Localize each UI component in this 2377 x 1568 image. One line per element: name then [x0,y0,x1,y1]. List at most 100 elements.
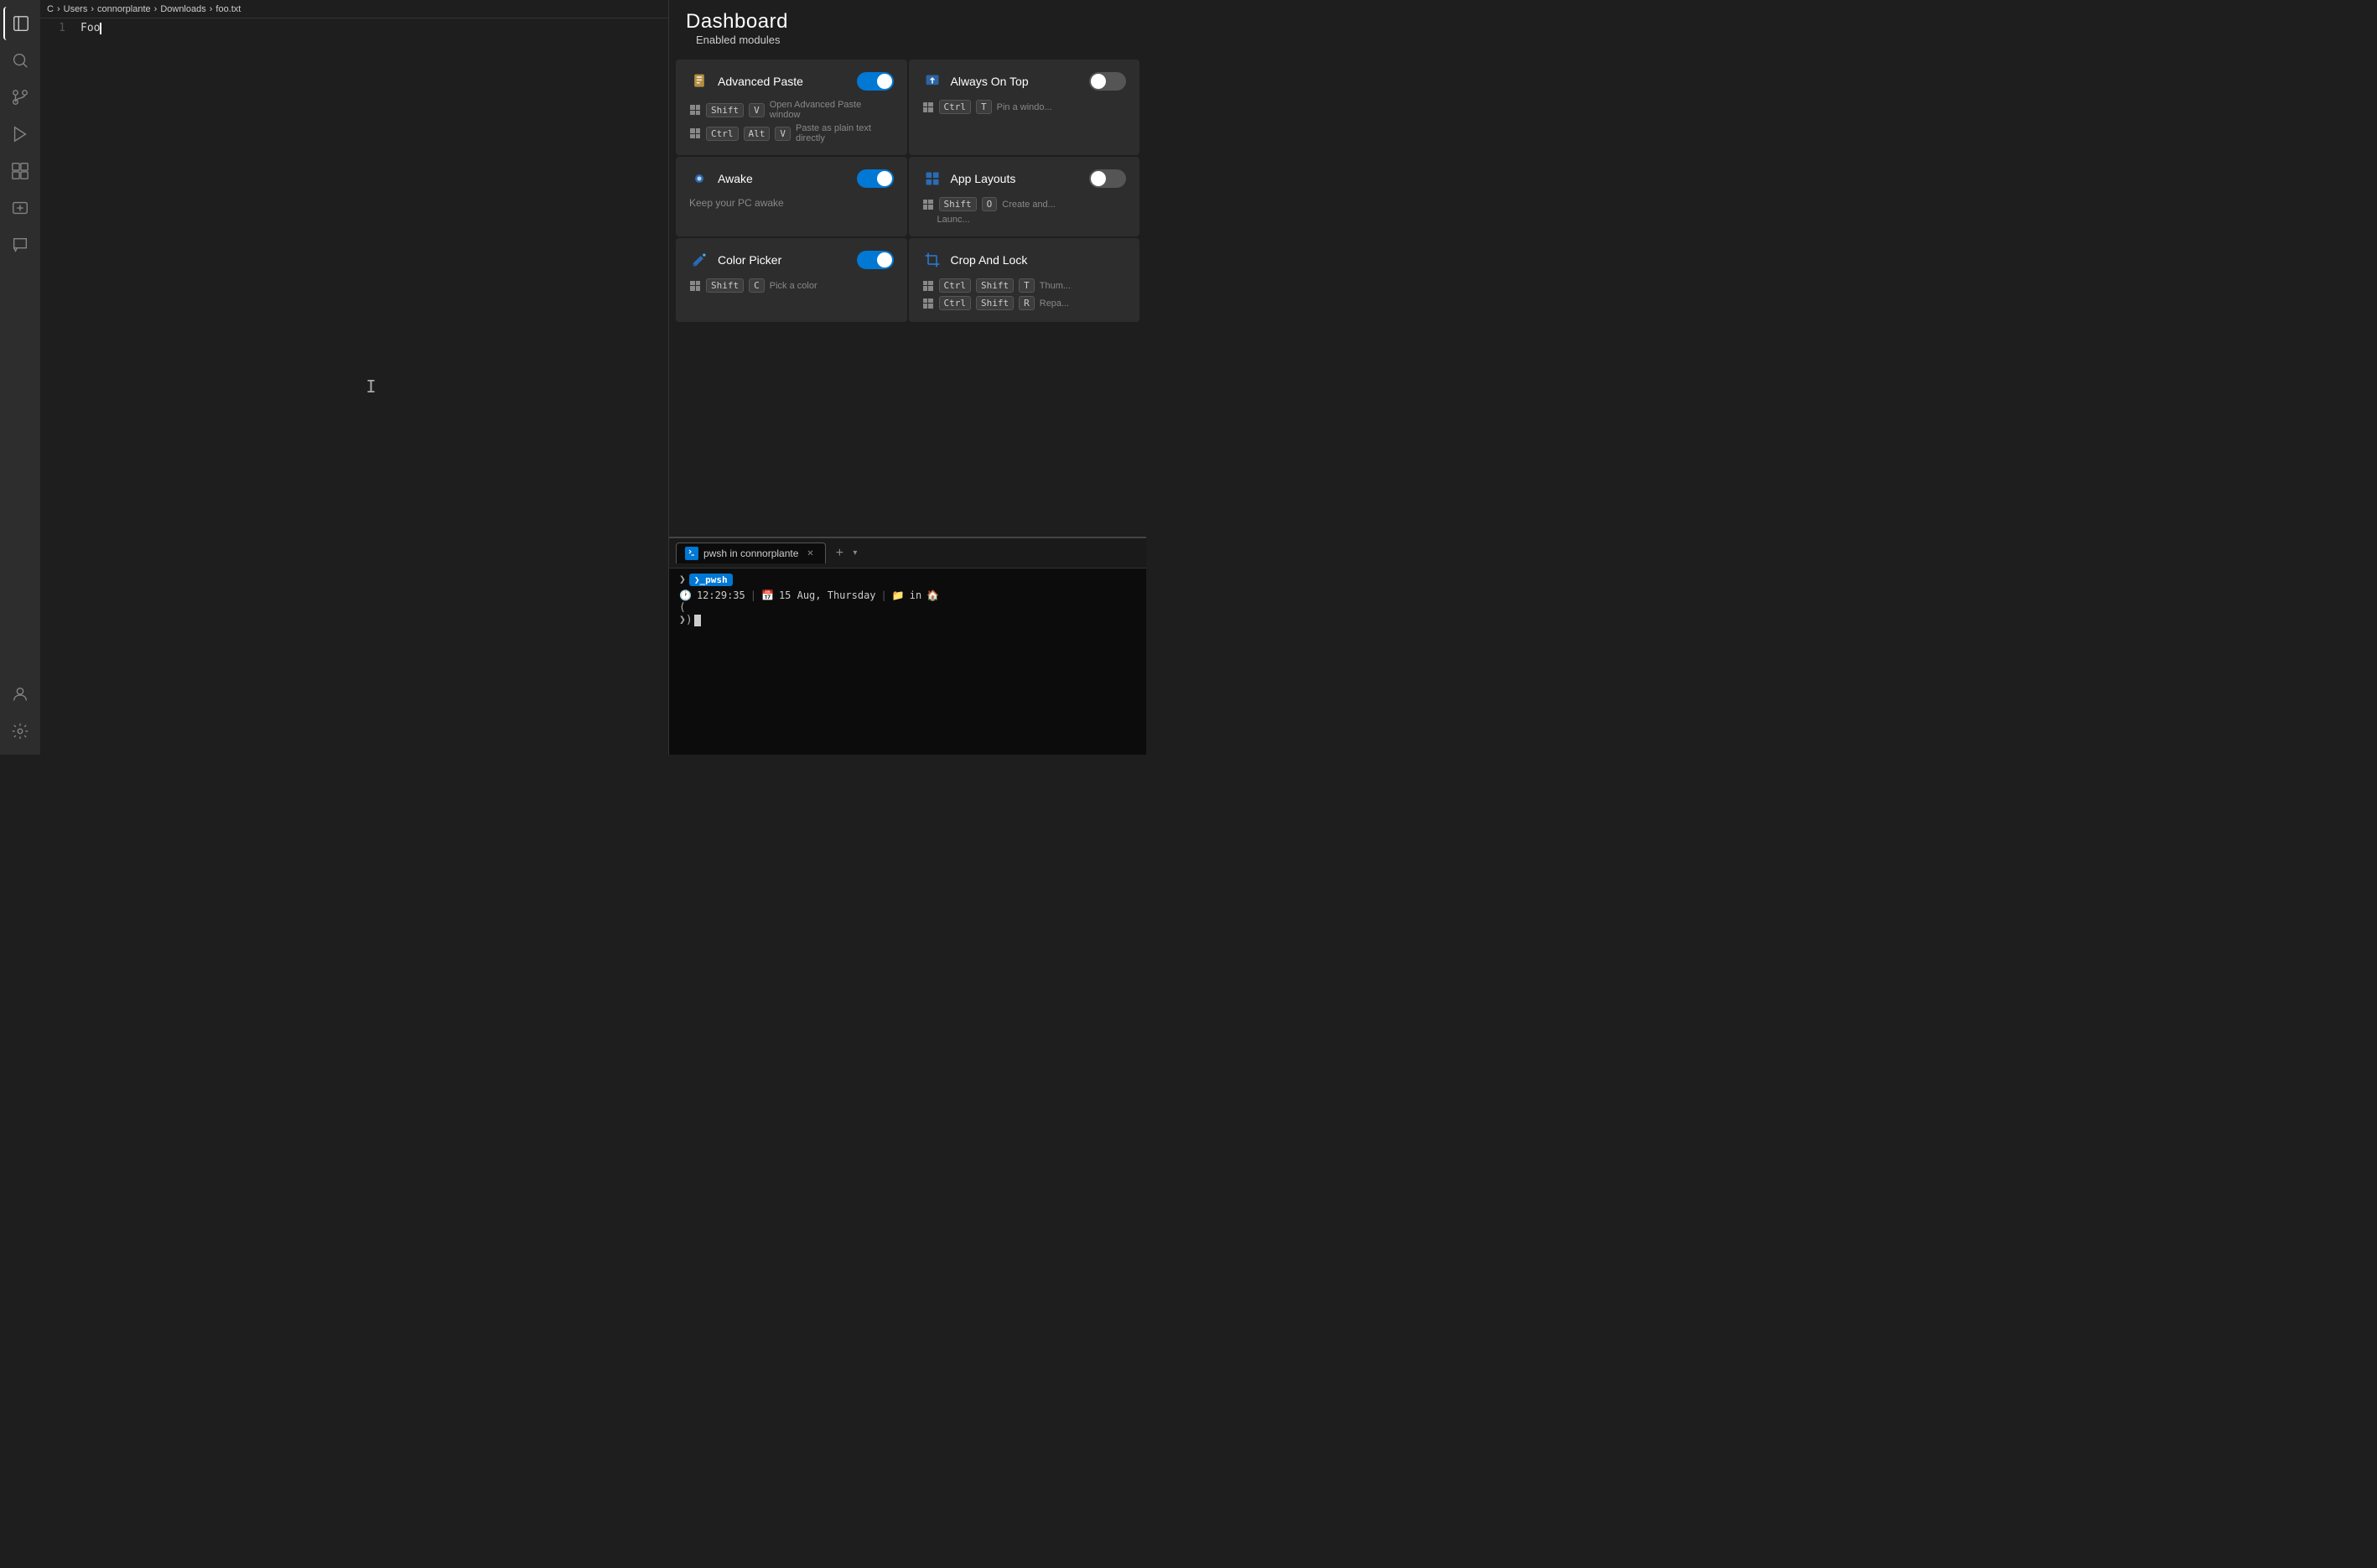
app-layouts-icon [922,169,942,189]
module-title-row-cp: Color Picker [689,250,781,270]
key-c-cp: C [749,278,765,293]
shortcut-desc-1: Open Advanced Paste window [770,100,894,120]
terminal-folder-icon: 📁 [892,589,905,601]
key-r-cal: R [1019,296,1035,310]
key-t-aot: T [976,100,992,114]
line-number-1: 1 [40,22,65,34]
code-line-1: Foo [80,22,101,34]
terminal-prompt-line: ❯ ❯_pwsh [679,574,1136,586]
shortcut-row-cp-1: Shift C Pick a color [689,278,894,293]
module-card-always-on-top: Always On Top Ctrl T Pin a windo... [909,60,1140,155]
always-on-top-icon [922,71,942,91]
awake-name: Awake [718,172,753,185]
breadcrumb-file: foo.txt [215,4,241,14]
terminal-time: 12:29:35 [697,589,745,601]
dashboard-title: Dashboard [686,10,1129,34]
module-card-crop-and-lock: Crop And Lock Ctrl Shift T Thum... [909,238,1140,322]
windows-icon-aot [922,101,934,113]
code-text: Foo [80,22,100,34]
sidebar-item-remote[interactable] [3,191,37,225]
breadcrumb-connorplante: connorplante [97,4,151,14]
terminal-prompt-prefix: ❯ [679,574,686,586]
terminal-close-button[interactable]: ✕ [803,547,817,560]
sidebar-item-explorer[interactable] [3,7,37,40]
right-panel: Dashboard Enabled modules [668,0,1146,755]
key-shift-cal-2: Shift [976,296,1014,310]
module-title-row-aot: Always On Top [922,71,1029,91]
sidebar-item-chat[interactable] [3,228,37,262]
key-shift-al: Shift [939,197,977,211]
sidebar-item-source-control[interactable] [3,80,37,114]
key-t-cal: T [1019,278,1035,293]
app-layouts-toggle[interactable] [1089,169,1126,188]
app-layouts-shortcuts: Shift O Create and... Launc... [922,197,1127,225]
module-card-color-picker: Color Picker Shift C Pick a color [676,238,907,322]
awake-toggle[interactable] [857,169,894,188]
advanced-paste-icon [689,71,709,91]
module-card-app-layouts: App Layouts Shift O Create and... Laun [909,157,1140,236]
terminal-tab-icon [685,547,698,560]
module-header-app-layouts: App Layouts [922,169,1127,189]
shortcut-desc-cal-1: Thum... [1040,281,1071,291]
breadcrumb-c: C [47,4,54,14]
shortcut-desc-2: Paste as plain text directly [796,123,894,143]
terminal-cursor-line: ( [679,601,1136,614]
windows-icon-cal [922,280,934,292]
key-v: V [749,103,765,117]
key-shift: Shift [706,103,744,117]
color-picker-toggle[interactable] [857,251,894,269]
sidebar-item-search[interactable] [3,44,37,77]
module-header-awake: Awake [689,169,894,189]
key-o-al: O [982,197,998,211]
shortcut-row-al-2: Launc... [922,215,1127,225]
sidebar-item-extensions[interactable] [3,154,37,188]
activity-bar-bottom [3,678,37,755]
sidebar-item-run-debug[interactable] [3,117,37,151]
terminal-dropdown-button[interactable]: ▾ [853,548,857,558]
crop-and-lock-name: Crop And Lock [951,253,1028,267]
breadcrumb-users: Users [64,4,88,14]
module-header-cal: Crop And Lock [922,250,1127,270]
key-ctrl-aot: Ctrl [939,100,972,114]
module-header-always-on-top: Always On Top [922,71,1127,91]
terminal-date: 15 Aug, Thursday [779,589,876,601]
module-card-advanced-paste: Advanced Paste Shift V Open Advanced Pas… [676,60,907,155]
module-header-advanced-paste: Advanced Paste [689,71,894,91]
modules-grid: Advanced Paste Shift V Open Advanced Pas… [669,60,1146,322]
key-ctrl-cal-2: Ctrl [939,296,972,310]
module-card-awake: Awake Keep your PC awake [676,157,907,236]
terminal-panel: pwsh in connorplante ✕ + ▾ ❯ ❯_pwsh 🕐 12… [669,537,1146,755]
activity-bar-top [3,7,37,674]
shortcut-row-cal-1: Ctrl Shift T Thum... [922,278,1127,293]
advanced-paste-toggle[interactable] [857,72,894,91]
terminal-sep-1: | [750,589,756,601]
breadcrumb-downloads: Downloads [160,4,205,14]
activity-bar [0,0,40,755]
code-editor[interactable]: Foo I [74,18,668,755]
terminal-body[interactable]: ❯ ❯_pwsh 🕐 12:29:35 | 📅 15 Aug, Thursday… [669,569,1146,755]
i-beam-cursor: I [366,376,376,397]
shortcut-row-2: Ctrl Alt V Paste as plain text directly [689,123,894,143]
terminal-cursor [694,615,701,626]
windows-icon-al [922,199,934,210]
shortcut-desc-cal-2: Repa... [1040,299,1069,309]
terminal-sep-2: | [881,589,887,601]
color-picker-name: Color Picker [718,253,781,267]
terminal-tab-pwsh[interactable]: pwsh in connorplante ✕ [676,543,826,563]
terminal-tab-label: pwsh in connorplante [703,548,798,559]
enabled-modules-label: Enabled modules [686,34,1129,53]
terminal-add-button[interactable]: + [829,543,849,563]
color-picker-icon [689,250,709,270]
module-title-row-awake: Awake [689,169,753,189]
sidebar-item-settings[interactable] [3,714,37,748]
terminal-prompt-symbol: ( [679,601,686,614]
key-ctrl: Ctrl [706,127,739,141]
windows-icon [689,104,701,116]
windows-icon-cal-2 [922,298,934,309]
advanced-paste-name: Advanced Paste [718,75,803,88]
sidebar-item-account[interactable] [3,678,37,711]
always-on-top-toggle[interactable] [1089,72,1126,91]
editor-content[interactable]: 1 Foo I [40,18,668,755]
key-shift-cal: Shift [976,278,1014,293]
crop-and-lock-shortcuts: Ctrl Shift T Thum... Ctrl Shift R Repa..… [922,278,1127,310]
